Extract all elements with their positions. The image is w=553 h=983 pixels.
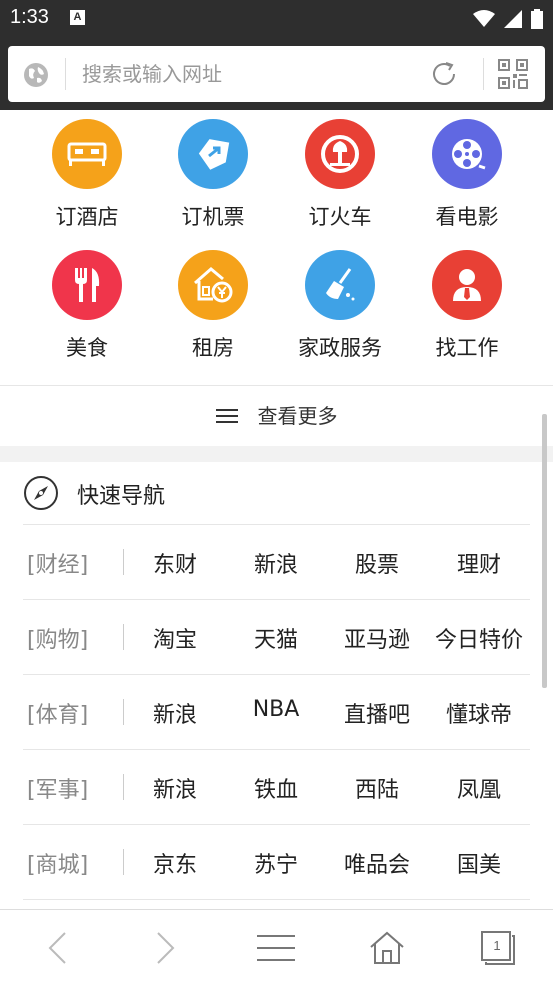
nav-link[interactable]: 股票 <box>327 547 427 579</box>
back-button[interactable] <box>32 928 82 968</box>
tabs-icon: 1 <box>480 930 516 966</box>
status-time: 1:33 <box>10 6 49 28</box>
tabs-button[interactable]: 1 <box>473 928 523 968</box>
shortcut-housekeeping[interactable]: 家政服务 <box>285 250 395 370</box>
signal-icon <box>503 9 522 28</box>
nav-link[interactable]: 天猫 <box>226 622 326 654</box>
nav-row-partial <box>23 899 530 909</box>
nav-row-finance: [财经] 东财 新浪 股票 理财 <box>23 524 530 599</box>
nav-category: [购物] <box>27 628 89 653</box>
fork-knife-icon <box>52 250 122 320</box>
tab-count: 1 <box>493 938 501 953</box>
nav-link[interactable]: 淘宝 <box>125 622 225 654</box>
shortcut-label: 订火车 <box>308 205 372 229</box>
shortcut-jobs[interactable]: 找工作 <box>412 250 522 370</box>
person-tie-icon <box>432 250 502 320</box>
wifi-icon <box>472 9 495 27</box>
menu-button[interactable] <box>251 928 301 968</box>
forward-button[interactable] <box>141 928 191 968</box>
shortcut-label: 订酒店 <box>55 205 119 229</box>
battery-icon <box>531 8 543 29</box>
qr-code-icon[interactable] <box>498 59 528 89</box>
house-yen-icon <box>178 250 248 320</box>
shortcut-train[interactable]: 订火车 <box>285 119 395 239</box>
broom-icon <box>305 250 375 320</box>
nav-link[interactable]: 亚马逊 <box>327 622 427 654</box>
nav-link[interactable]: 苏宁 <box>226 847 326 879</box>
nav-row-military: [军事] 新浪 铁血 西陆 凤凰 <box>23 749 530 824</box>
nav-link[interactable]: NBA <box>226 697 326 722</box>
search-input[interactable] <box>82 58 412 90</box>
refresh-icon[interactable] <box>428 58 460 90</box>
nav-link[interactable]: 凤凰 <box>429 772 529 804</box>
nav-link[interactable]: 西陆 <box>327 772 427 804</box>
view-more-label: 查看更多 <box>257 404 338 428</box>
nav-link[interactable]: 今日特价 <box>429 622 529 654</box>
shortcut-label: 订机票 <box>181 205 245 229</box>
nav-category: [商城] <box>27 853 89 878</box>
scrollbar[interactable] <box>542 414 547 688</box>
nav-link[interactable]: 铁血 <box>226 772 326 804</box>
nav-row-shopping: [购物] 淘宝 天猫 亚马逊 今日特价 <box>23 599 530 674</box>
nav-link[interactable]: 理财 <box>429 547 529 579</box>
nav-link[interactable]: 东财 <box>125 547 225 579</box>
nav-row-sports: [体育] 新浪 NBA 直播吧 懂球帝 <box>23 674 530 749</box>
notification-a-icon: A <box>70 10 85 25</box>
view-more-button[interactable]: 查看更多 <box>0 386 553 446</box>
nav-separator <box>123 549 124 575</box>
plane-tag-icon <box>178 119 248 189</box>
shortcut-movie[interactable]: 看电影 <box>412 119 522 239</box>
quick-nav-title: 快速导航 <box>77 484 166 509</box>
home-button[interactable] <box>362 928 412 968</box>
compass-icon <box>24 476 58 510</box>
menu-lines-icon <box>215 408 238 423</box>
shortcut-label: 美食 <box>66 336 108 360</box>
status-icons <box>469 8 543 29</box>
nav-link[interactable]: 唯品会 <box>327 847 427 879</box>
nav-link[interactable]: 新浪 <box>125 772 225 804</box>
nav-separator <box>123 774 124 800</box>
nav-link[interactable]: 京东 <box>125 847 225 879</box>
shortcut-flight[interactable]: 订机票 <box>158 119 268 239</box>
nav-category: [财经] <box>27 553 89 578</box>
address-divider <box>65 58 66 90</box>
shortcut-rent[interactable]: 租房 <box>158 250 268 370</box>
shortcut-grid: 订酒店 订机票 订火车 看电影 美食 租房 家政服务 找工作 <box>0 110 553 385</box>
address-bar-container <box>0 38 553 110</box>
chevron-left-icon <box>48 932 66 964</box>
nav-category: [体育] <box>27 703 89 728</box>
train-logo-icon <box>305 119 375 189</box>
shortcut-label: 找工作 <box>435 336 499 360</box>
nav-separator <box>123 699 124 725</box>
bottom-toolbar: 1 <box>0 909 553 983</box>
nav-row-mall: [商城] 京东 苏宁 唯品会 国美 <box>23 824 530 899</box>
address-divider-right <box>483 58 484 90</box>
film-reel-icon <box>432 119 502 189</box>
home-icon <box>370 931 404 964</box>
nav-link[interactable]: 直播吧 <box>327 697 427 729</box>
section-gap <box>0 446 553 462</box>
nav-link[interactable]: 懂球帝 <box>429 697 529 729</box>
chevron-right-icon <box>157 932 175 964</box>
nav-separator <box>123 849 124 875</box>
shortcut-food[interactable]: 美食 <box>32 250 142 370</box>
address-bar[interactable] <box>8 46 545 102</box>
quick-nav-header: 快速导航 <box>0 462 553 524</box>
hamburger-icon <box>257 935 295 961</box>
shortcut-label: 家政服务 <box>298 336 382 360</box>
nav-link[interactable]: 国美 <box>429 847 529 879</box>
status-bar: 1:33 A <box>0 0 553 38</box>
bed-icon <box>52 119 122 189</box>
nav-link[interactable]: 新浪 <box>226 547 326 579</box>
shortcut-label: 租房 <box>192 336 234 360</box>
nav-category: [军事] <box>27 778 89 803</box>
nav-link[interactable]: 新浪 <box>125 697 225 729</box>
shortcut-label: 看电影 <box>435 205 499 229</box>
globe-icon[interactable] <box>22 61 50 89</box>
nav-separator <box>123 624 124 650</box>
shortcut-hotel[interactable]: 订酒店 <box>32 119 142 239</box>
